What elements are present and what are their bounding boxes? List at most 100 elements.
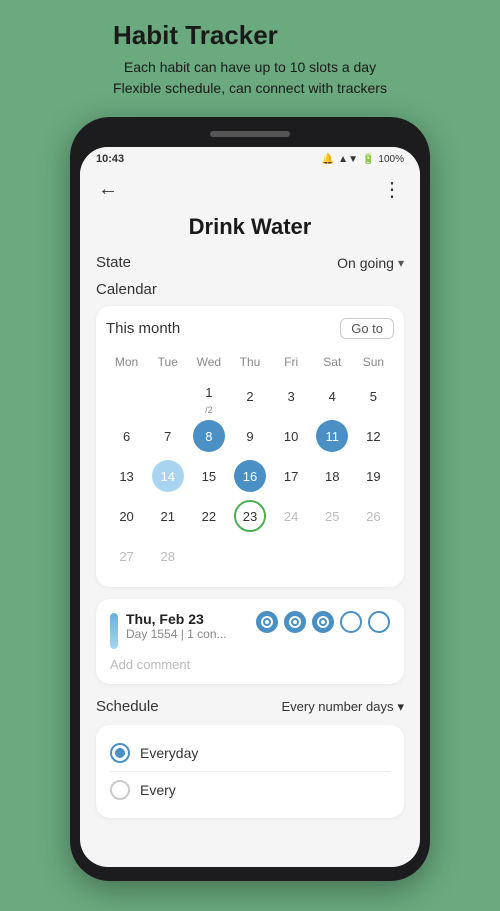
battery-icon: 🔋: [362, 154, 374, 165]
page-header: Habit Tracker Each habit can have up to …: [113, 20, 387, 117]
cal-day-21[interactable]: 21: [147, 497, 188, 535]
state-chevron-icon: ▾: [398, 256, 404, 270]
wifi-icon: ▲▼: [338, 154, 358, 165]
schedule-card: Everyday Every: [96, 725, 404, 818]
cal-day-empty7: [353, 537, 394, 575]
add-comment-button[interactable]: Add comment: [110, 657, 390, 672]
cal-day-11[interactable]: 11: [312, 417, 353, 455]
state-label: State: [96, 254, 131, 271]
calendar-week3: 13 14 15 16 17 18 19: [106, 457, 394, 495]
detail-icon: [110, 613, 118, 649]
habit-circle-1[interactable]: [256, 611, 278, 633]
phone-frame: 10:43 🔔 ▲▼ 🔋 100% ← ⋮ Drink Water State …: [70, 117, 430, 881]
top-bar: ← ⋮: [80, 169, 420, 214]
calendar-week2: 6 7 8 9 10 11 12: [106, 417, 394, 455]
weekday-wed: Wed: [188, 349, 229, 375]
cal-day-27[interactable]: 27: [106, 537, 147, 575]
habit-circle-2[interactable]: [284, 611, 306, 633]
cal-day-13[interactable]: 13: [106, 457, 147, 495]
weekday-tue: Tue: [147, 349, 188, 375]
weekday-sat: Sat: [312, 349, 353, 375]
cal-day-2[interactable]: 2: [229, 377, 270, 415]
schedule-dropdown[interactable]: Every number days ▾: [281, 699, 404, 715]
schedule-every-option[interactable]: Every: [110, 774, 390, 806]
status-time: 10:43: [96, 153, 124, 165]
cal-day-22[interactable]: 22: [188, 497, 229, 535]
every-radio[interactable]: [110, 780, 130, 800]
weekday-mon: Mon: [106, 349, 147, 375]
detail-circles: [256, 611, 390, 633]
phone-notch: [210, 131, 290, 137]
detail-top-row: Thu, Feb 23 Day 1554 | 1 con...: [110, 611, 390, 649]
everyday-label: Everyday: [140, 745, 198, 761]
cal-day-10[interactable]: 10: [271, 417, 312, 455]
goto-button[interactable]: Go to: [340, 318, 394, 339]
cal-day-3[interactable]: 3: [271, 377, 312, 415]
cal-day-25[interactable]: 25: [312, 497, 353, 535]
app-title: Habit Tracker: [113, 20, 387, 51]
detail-left: Thu, Feb 23 Day 1554 | 1 con...: [110, 611, 227, 649]
cal-day-8[interactable]: 8: [188, 417, 229, 455]
cal-day-empty4: [229, 537, 270, 575]
cal-day-empty3: [188, 537, 229, 575]
schedule-label: Schedule: [96, 698, 159, 715]
habit-circle-4[interactable]: [340, 611, 362, 633]
status-icons: 🔔 ▲▼ 🔋 100%: [322, 154, 404, 165]
cal-day-16[interactable]: 16: [229, 457, 270, 495]
signal-icon: 🔔: [322, 154, 334, 165]
cal-day-6[interactable]: 6: [106, 417, 147, 455]
this-month-label: This month: [106, 320, 180, 337]
more-button[interactable]: ⋮: [378, 173, 406, 206]
everyday-radio[interactable]: [110, 743, 130, 763]
cal-day-9[interactable]: 9: [229, 417, 270, 455]
every-label: Every: [140, 782, 176, 798]
schedule-value-text: Every number days: [281, 699, 393, 714]
calendar-label: Calendar: [96, 281, 404, 298]
cal-day-24[interactable]: 24: [271, 497, 312, 535]
cal-day-empty5: [271, 537, 312, 575]
battery-percent: 100%: [378, 154, 404, 165]
subtitle-line1: Each habit can have up to 10 slots a day: [124, 59, 376, 75]
cal-day-20[interactable]: 20: [106, 497, 147, 535]
calendar-week4: 20 21 22 23 24 25 26: [106, 497, 394, 535]
schedule-divider: [110, 771, 390, 772]
cal-day-19[interactable]: 19: [353, 457, 394, 495]
cal-day-15[interactable]: 15: [188, 457, 229, 495]
state-row: State On going ▾: [96, 254, 404, 271]
calendar-header: This month Go to: [106, 318, 394, 339]
calendar-week5: 27 28: [106, 537, 394, 575]
schedule-chevron-icon: ▾: [397, 699, 404, 715]
phone-screen: 10:43 🔔 ▲▼ 🔋 100% ← ⋮ Drink Water State …: [80, 147, 420, 867]
screen-content: Drink Water State On going ▾ Calendar Th…: [80, 214, 420, 834]
cal-day-empty6: [312, 537, 353, 575]
subtitle-line2: Flexible schedule, can connect with trac…: [113, 80, 387, 96]
calendar-card: This month Go to Mon Tue Wed Thu Fri Sat…: [96, 306, 404, 587]
cal-day-14[interactable]: 14: [147, 457, 188, 495]
detail-text-block: Thu, Feb 23 Day 1554 | 1 con...: [126, 611, 227, 641]
detail-date: Thu, Feb 23: [126, 611, 227, 627]
cal-day-26[interactable]: 26: [353, 497, 394, 535]
habit-circle-3[interactable]: [312, 611, 334, 633]
cal-day-empty1: [106, 377, 147, 415]
habit-circle-5[interactable]: [368, 611, 390, 633]
weekday-thu: Thu: [229, 349, 270, 375]
weekday-sun: Sun: [353, 349, 394, 375]
cal-day-empty2: [147, 377, 188, 415]
cal-day-17[interactable]: 17: [271, 457, 312, 495]
habit-name: Drink Water: [96, 214, 404, 240]
cal-day-5[interactable]: 5: [353, 377, 394, 415]
cal-day-28[interactable]: 28: [147, 537, 188, 575]
cal-day-18[interactable]: 18: [312, 457, 353, 495]
state-dropdown[interactable]: On going ▾: [337, 255, 404, 271]
schedule-everyday-option[interactable]: Everyday: [110, 737, 390, 769]
state-value-text: On going: [337, 255, 394, 271]
cal-day-12[interactable]: 12: [353, 417, 394, 455]
cal-day-4[interactable]: 4: [312, 377, 353, 415]
everyday-radio-fill: [115, 748, 125, 758]
cal-day-1[interactable]: 1 /2: [188, 377, 229, 415]
weekday-fri: Fri: [271, 349, 312, 375]
cal-day-7[interactable]: 7: [147, 417, 188, 455]
cal-day-23[interactable]: 23: [229, 497, 270, 535]
calendar-weekday-row: Mon Tue Wed Thu Fri Sat Sun: [106, 349, 394, 375]
back-button[interactable]: ←: [94, 174, 122, 205]
